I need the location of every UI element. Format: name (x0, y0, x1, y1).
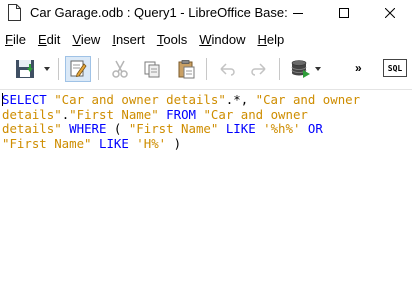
save-dropdown-button[interactable] (42, 56, 52, 82)
toolbar-overflow-button[interactable]: » (355, 61, 362, 75)
save-button[interactable] (12, 56, 38, 82)
sql-query-text[interactable]: SELECT "Car and owner details".*, "Car a… (2, 92, 397, 151)
window-title: Car Garage.odb : Query1 - LibreOffice Ba… (30, 5, 292, 20)
toolbar-separator (279, 58, 280, 80)
maximize-button[interactable] (321, 0, 367, 26)
maximize-icon (339, 8, 349, 18)
sql-token-kw: FROM (158, 106, 204, 122)
edit-mode-button[interactable] (65, 56, 91, 82)
menu-tools[interactable]: Tools (157, 32, 187, 47)
save-icon (16, 60, 34, 78)
menu-view[interactable]: View (72, 32, 100, 47)
copy-icon (144, 61, 160, 78)
menu-bar: File Edit View Insert Tools Window Help (0, 29, 412, 49)
sql-token-plain: .*, (225, 92, 256, 107)
redo-icon (251, 63, 266, 76)
sql-token-str: "First Name" (128, 121, 219, 136)
menu-insert[interactable]: Insert (112, 32, 145, 47)
run-query-dropdown-button[interactable] (313, 56, 323, 82)
undo-icon (220, 63, 235, 76)
sql-token-kw: LIKE (91, 135, 137, 151)
undo-button[interactable] (214, 56, 240, 82)
chevron-down-icon (315, 67, 321, 71)
sql-token-kw: LIKE (218, 121, 264, 136)
toolbar: » SQL (0, 50, 412, 88)
toolbar-separator (206, 58, 207, 80)
minimize-button[interactable] (275, 0, 321, 26)
cut-button[interactable] (107, 56, 133, 82)
sql-token-plain: ( (113, 121, 129, 136)
sql-token-kw: SELECT (2, 92, 55, 107)
sql-token-kw: OR (307, 121, 323, 136)
sql-token-str: "First Name" (2, 135, 92, 151)
sql-button[interactable]: SQL (383, 59, 407, 77)
sql-editor[interactable]: SELECT "Car and owner details".*, "Car a… (0, 89, 412, 291)
sql-token-kw: WHERE (61, 121, 114, 136)
sql-token-str: "Car and owner details" (54, 92, 226, 107)
menu-file[interactable]: File (5, 32, 26, 47)
paste-button[interactable] (173, 56, 199, 82)
run-query-icon (291, 60, 310, 78)
copy-button[interactable] (139, 56, 165, 82)
close-icon (385, 8, 395, 18)
sql-token-str: '%h%' (263, 121, 301, 136)
sql-token-str: 'H%' (136, 135, 167, 151)
document-icon (8, 4, 21, 21)
menu-help[interactable]: Help (257, 32, 284, 47)
sql-token-plain: ) (166, 135, 182, 151)
run-query-button[interactable] (287, 56, 313, 82)
sql-icon: SQL (387, 63, 403, 73)
sql-token-str: "First Name" (69, 106, 159, 122)
toolbar-separator (98, 58, 99, 80)
edit-icon (70, 60, 87, 78)
chevron-down-icon (44, 67, 50, 71)
title-bar: Car Garage.odb : Query1 - LibreOffice Ba… (0, 0, 412, 26)
menu-window[interactable]: Window (199, 32, 245, 47)
minimize-icon (293, 13, 303, 14)
menu-edit[interactable]: Edit (38, 32, 60, 47)
cut-icon (112, 60, 128, 78)
toolbar-separator (58, 58, 59, 80)
redo-button[interactable] (246, 56, 272, 82)
paste-icon (178, 60, 195, 79)
close-button[interactable] (367, 0, 412, 26)
